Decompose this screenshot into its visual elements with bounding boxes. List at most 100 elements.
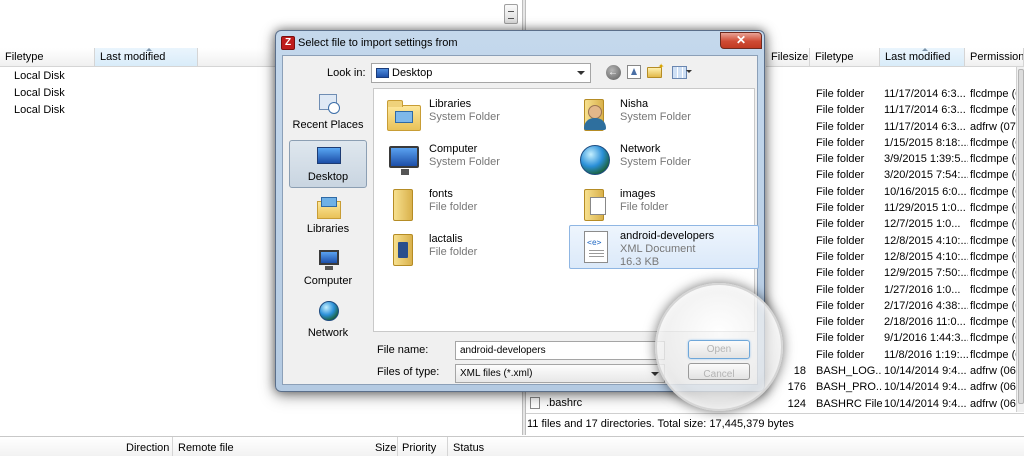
column-filetype[interactable]: Filetype bbox=[0, 48, 95, 66]
back-button[interactable]: ← bbox=[604, 63, 622, 81]
place-libraries[interactable]: Libraries bbox=[289, 192, 367, 240]
column-filesize[interactable]: Filesize bbox=[766, 48, 810, 66]
file-item-android-developers[interactable]: android-developers XML Document 16.3 KB bbox=[569, 225, 759, 269]
sort-arrow-icon bbox=[922, 48, 928, 51]
cell-size: 124 bbox=[787, 397, 806, 410]
cell-modified: 12/7/2015 1:0... bbox=[884, 218, 961, 231]
file-name: Libraries bbox=[429, 98, 472, 110]
close-button[interactable]: ✕ bbox=[720, 32, 762, 49]
file-name: Computer bbox=[429, 143, 478, 155]
column-filetype[interactable]: Filetype bbox=[810, 48, 880, 66]
column-last-modified-label: Last modified bbox=[885, 51, 951, 63]
remote-list-header: Filesize Filetype Last modified Permissi… bbox=[766, 48, 1024, 67]
file-type: File folder bbox=[429, 246, 478, 258]
column-permissions[interactable]: Permissions bbox=[965, 48, 1024, 66]
table-row[interactable]: .bashrc bbox=[530, 397, 582, 410]
cell-modified: 2/18/2016 11:0... bbox=[884, 316, 966, 329]
up-folder-button[interactable] bbox=[625, 63, 643, 81]
folder-icon bbox=[385, 187, 423, 223]
divider bbox=[447, 437, 448, 456]
divider bbox=[172, 437, 173, 456]
list-item[interactable]: Local Disk bbox=[14, 102, 65, 119]
file-name: android-developers bbox=[620, 230, 715, 242]
new-folder-button[interactable] bbox=[645, 62, 665, 81]
file-item-images[interactable]: images File folder bbox=[569, 183, 759, 225]
places-bar: Recent Places Desktop Libraries Computer… bbox=[289, 88, 367, 339]
file-name-input[interactable]: android-developers bbox=[455, 341, 665, 360]
cell-modified: 11/8/2016 1:19:... bbox=[884, 348, 968, 361]
cell-type: BASH_LOG... bbox=[816, 365, 882, 378]
cell-type: File folder bbox=[816, 348, 865, 361]
column-last-modified[interactable]: Last modified bbox=[880, 48, 965, 66]
cell-type: File folder bbox=[816, 283, 865, 296]
libraries-folder-icon bbox=[385, 97, 423, 133]
open-button[interactable]: Open bbox=[688, 340, 750, 359]
file-item-nisha[interactable]: Nisha System Folder bbox=[569, 93, 759, 135]
place-recent-places[interactable]: Recent Places bbox=[289, 88, 367, 136]
cell-modified: 3/9/2015 1:39:5... bbox=[884, 153, 968, 166]
file-item-libraries[interactable]: Libraries System Folder bbox=[378, 93, 568, 135]
column-last-modified-label: Last modified bbox=[100, 51, 166, 63]
network-icon bbox=[316, 300, 342, 324]
file-name: fonts bbox=[429, 188, 453, 200]
pane-scroll-handle[interactable] bbox=[504, 4, 518, 24]
cell-modified: 11/29/2015 1:0... bbox=[884, 202, 966, 215]
queue-column-priority[interactable]: Priority bbox=[402, 442, 436, 454]
filezilla-app-icon: Z bbox=[281, 36, 295, 50]
scrollbar-thumb[interactable] bbox=[1018, 69, 1024, 404]
cell-type: File folder bbox=[816, 104, 865, 117]
list-item[interactable]: Local Disk bbox=[14, 85, 65, 102]
queue-column-status[interactable]: Status bbox=[453, 442, 484, 454]
file-size: 16.3 KB bbox=[620, 256, 660, 268]
queue-column-size[interactable]: Size bbox=[375, 442, 396, 454]
column-last-modified[interactable]: Last modified bbox=[95, 48, 198, 66]
file-name: Nisha bbox=[620, 98, 649, 110]
file-type-select[interactable]: XML files (*.xml) bbox=[455, 364, 665, 383]
cell-type: File folder bbox=[816, 332, 865, 345]
file-type: System Folder bbox=[429, 111, 500, 123]
local-file-list: Local Disk Local Disk Local Disk bbox=[14, 68, 65, 119]
cell-modified: 2/17/2016 4:38:... bbox=[884, 299, 968, 312]
file-type: XML Document bbox=[620, 243, 696, 255]
table-row[interactable]: 124 BASHRC File 10/14/2014 9:4... adfrw (06… bbox=[526, 396, 1024, 412]
place-network[interactable]: Network bbox=[289, 296, 367, 344]
file-name: Network bbox=[620, 143, 661, 155]
cell-modified: 1/15/2015 8:18:... bbox=[884, 136, 968, 149]
chevron-down-icon bbox=[651, 372, 659, 376]
cell-type: File folder bbox=[816, 267, 865, 280]
look-in-dropdown[interactable]: Desktop bbox=[371, 63, 591, 83]
list-item[interactable]: Local Disk bbox=[14, 68, 65, 85]
remote-list-scrollbar[interactable] bbox=[1016, 67, 1024, 412]
cell-type: File folder bbox=[816, 153, 865, 166]
cancel-button[interactable]: Cancel bbox=[688, 363, 750, 380]
place-label: Libraries bbox=[306, 223, 350, 235]
file-item-computer[interactable]: Computer System Folder bbox=[378, 138, 568, 180]
file-type: File folder bbox=[620, 201, 669, 213]
file-type-value: XML files (*.xml) bbox=[460, 368, 533, 379]
file-item-lactalis[interactable]: lactalis File folder bbox=[378, 228, 568, 270]
cell-modified: 11/17/2014 6:3... bbox=[884, 120, 966, 133]
file-item-network[interactable]: Network System Folder bbox=[569, 138, 759, 180]
file-name: images bbox=[620, 188, 656, 200]
chevron-down-icon bbox=[577, 71, 585, 75]
cell-type: File folder bbox=[816, 250, 865, 263]
queue-column-remote-file[interactable]: Remote file bbox=[178, 442, 234, 454]
view-menu-button[interactable] bbox=[667, 63, 692, 81]
queue-column-direction[interactable]: Direction bbox=[126, 442, 169, 454]
user-folder-icon bbox=[576, 97, 614, 133]
file-type: System Folder bbox=[429, 156, 500, 168]
place-desktop[interactable]: Desktop bbox=[289, 140, 367, 188]
file-item-fonts[interactable]: fonts File folder bbox=[378, 183, 568, 225]
cell-type: BASH_PRO... bbox=[816, 381, 882, 394]
cell-modified: 11/17/2014 6:3... bbox=[884, 104, 966, 117]
cell-type: File folder bbox=[816, 218, 865, 231]
cell-type: File folder bbox=[816, 185, 865, 198]
file-type-label: Files of type: bbox=[377, 366, 440, 378]
place-label: Network bbox=[307, 327, 349, 339]
place-computer[interactable]: Computer bbox=[289, 244, 367, 292]
place-label: Recent Places bbox=[292, 119, 364, 131]
desktop-icon bbox=[316, 144, 342, 168]
cell-type: File folder bbox=[816, 316, 865, 329]
file-type: System Folder bbox=[620, 111, 691, 123]
place-label: Desktop bbox=[307, 171, 349, 183]
